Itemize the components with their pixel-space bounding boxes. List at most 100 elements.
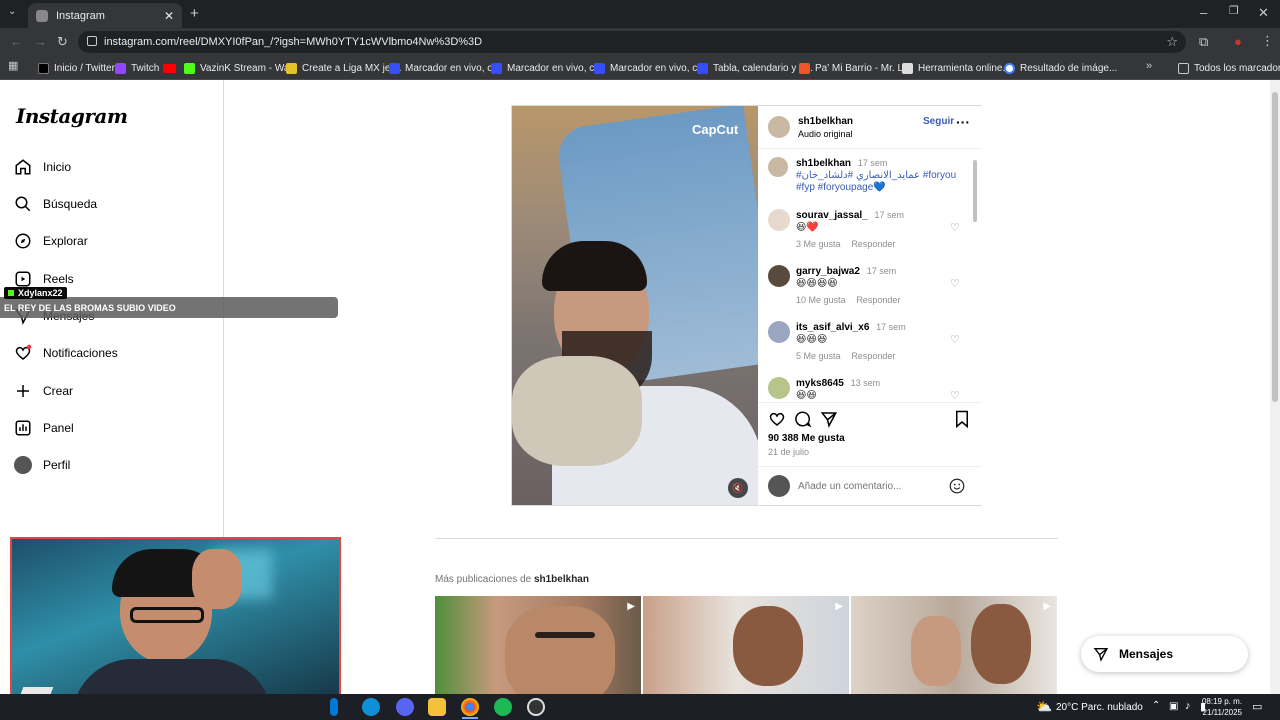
comment-likes[interactable]: 10 Me gusta: [796, 295, 846, 305]
site-info-icon[interactable]: [87, 36, 97, 46]
mute-icon[interactable]: 🔇: [728, 478, 748, 498]
more-bookmarks-icon[interactable]: »: [1146, 61, 1152, 72]
caption-username[interactable]: sh1belkhan: [796, 158, 851, 169]
discord-icon[interactable]: [396, 698, 414, 716]
spotify-icon[interactable]: [494, 698, 512, 716]
new-tab-icon[interactable]: +: [190, 6, 199, 21]
clock[interactable]: 08:19 p. m. 21/11/2025: [1200, 696, 1242, 718]
bookmark-youtube[interactable]: [163, 61, 181, 75]
bookmark-marcador-1[interactable]: Marcador en vivo, c...: [389, 61, 501, 75]
bookmark-twitter[interactable]: Inicio / Twitter: [38, 61, 115, 75]
add-comment-input[interactable]: [798, 478, 938, 494]
messages-button[interactable]: Mensajes: [1081, 636, 1248, 672]
nav-explorar[interactable]: Explorar: [14, 228, 88, 254]
extensions-icon[interactable]: ⧉: [1199, 35, 1208, 48]
like-count[interactable]: 90 388 Me gusta: [768, 433, 845, 444]
post-thumbnail[interactable]: ▶: [643, 596, 849, 696]
tray-network-icon[interactable]: ▣: [1169, 701, 1178, 712]
profile-icon[interactable]: ●: [1234, 35, 1242, 48]
close-icon[interactable]: ✕: [164, 9, 174, 23]
tray-chevron-icon[interactable]: ⌃: [1152, 700, 1160, 711]
caption-hashtags-2[interactable]: #fyp #foryoupage💙: [796, 182, 886, 193]
tab-search-icon[interactable]: ⌄: [8, 7, 16, 17]
comment-username[interactable]: myks8645: [796, 378, 844, 389]
nav-inicio[interactable]: Inicio: [14, 154, 71, 180]
edge-icon[interactable]: [362, 698, 380, 716]
caption-hashtags-1[interactable]: #عمايد_الانصاري #دلشاد_خان #foryou: [796, 170, 956, 181]
back-icon[interactable]: ←: [10, 35, 23, 48]
my-avatar: [768, 475, 790, 497]
file-explorer-icon[interactable]: [428, 698, 446, 716]
comment-likes[interactable]: 3 Me gusta: [796, 239, 841, 249]
notifications-icon[interactable]: ▭: [1252, 700, 1262, 713]
tray-volume-icon[interactable]: ♪: [1185, 700, 1191, 712]
menu-icon[interactable]: ⋮: [1261, 34, 1274, 47]
follow-button[interactable]: Seguir: [923, 116, 954, 127]
clock-date: 21/11/2025: [1202, 708, 1242, 717]
author-username[interactable]: sh1belkhan: [798, 116, 853, 127]
bookmark-google-images[interactable]: Resultado de imáge...: [1004, 61, 1117, 75]
comment-like-icon[interactable]: ♡: [950, 389, 960, 401]
nav-perfil[interactable]: Perfil: [14, 452, 70, 478]
reply-button[interactable]: Responder: [856, 295, 900, 305]
comment-username[interactable]: its_asif_alvi_x6: [796, 322, 869, 333]
comment-likes[interactable]: 5 Me gusta: [796, 351, 841, 361]
reply-button[interactable]: Responder: [851, 351, 895, 361]
tab-instagram[interactable]: Instagram ✕: [28, 3, 182, 28]
forward-icon[interactable]: →: [34, 35, 47, 48]
comments-scrollbar[interactable]: [972, 150, 978, 400]
bookmark-pa-mi-barrio[interactable]: Pa' Mi Barrio - Mr. L...: [799, 61, 911, 75]
bookmark-marcador-3[interactable]: Marcador en vivo, c...: [594, 61, 706, 75]
close-window-icon[interactable]: ✕: [1258, 6, 1269, 19]
star-icon[interactable]: ☆: [1166, 34, 1178, 50]
comment-avatar[interactable]: [768, 321, 790, 343]
restore-icon[interactable]: ❐: [1229, 6, 1239, 17]
minimize-icon[interactable]: –: [1200, 6, 1207, 19]
instagram-logo[interactable]: Instagram: [16, 104, 128, 128]
bookmark-liga-mx[interactable]: Create a Liga MX jer...: [286, 61, 402, 75]
comment-avatar[interactable]: [768, 265, 790, 287]
reel-video[interactable]: CapCut 🔇: [512, 106, 758, 505]
post-thumbnail[interactable]: ▶: [851, 596, 1057, 696]
bookmark-herramienta[interactable]: Herramienta online...: [902, 61, 1011, 75]
reload-icon[interactable]: ↻: [57, 35, 68, 48]
comment-avatar[interactable]: [768, 377, 790, 399]
audio-label[interactable]: Audio original: [798, 129, 853, 139]
weather-icon[interactable]: ⛅: [1036, 699, 1052, 715]
reply-button[interactable]: Responder: [851, 239, 895, 249]
weather-text[interactable]: 20°C Parc. nublado: [1056, 702, 1143, 713]
nav-notificaciones[interactable]: Notificaciones: [14, 340, 118, 366]
comment-icon[interactable]: [794, 410, 812, 428]
apps-icon[interactable]: ▦: [8, 61, 18, 72]
caption-avatar[interactable]: [768, 157, 788, 177]
nav-panel[interactable]: Panel: [14, 415, 74, 441]
address-bar[interactable]: instagram.com/reel/DMXYI0fPan_/?igsh=MWh…: [78, 31, 1186, 53]
more-posts-user[interactable]: sh1belkhan: [534, 574, 589, 585]
like-icon[interactable]: [768, 410, 786, 428]
post-thumbnail[interactable]: ▶: [435, 596, 641, 696]
page-scrollbar[interactable]: [1270, 80, 1280, 694]
share-icon[interactable]: [820, 410, 838, 428]
comment-like-icon[interactable]: ♡: [950, 277, 960, 290]
comment-avatar[interactable]: [768, 209, 790, 231]
save-icon[interactable]: [954, 410, 970, 428]
obs-icon[interactable]: [527, 698, 545, 716]
chrome-icon[interactable]: [461, 698, 479, 716]
all-bookmarks[interactable]: Todos los marcadores: [1178, 61, 1280, 75]
nav-crear[interactable]: Crear: [14, 378, 73, 404]
taskbar-app-icon[interactable]: [330, 698, 338, 716]
tool-icon: [902, 62, 913, 74]
emoji-icon[interactable]: [948, 477, 966, 495]
comment-like-icon[interactable]: ♡: [950, 221, 960, 234]
bookmark-marcador-2[interactable]: Marcador en vivo, c...: [491, 61, 603, 75]
plus-icon: [17, 385, 29, 397]
comment-username[interactable]: sourav_jassal_: [796, 210, 868, 221]
more-options-icon[interactable]: ···: [956, 114, 970, 130]
bookmark-vazink[interactable]: VazinK Stream - Wa...: [184, 61, 298, 75]
bookmark-tabla[interactable]: Tabla, calendario y e...: [697, 61, 813, 75]
comment-like-icon[interactable]: ♡: [950, 333, 960, 346]
bookmark-twitch[interactable]: Twitch: [115, 61, 159, 75]
author-avatar[interactable]: [768, 116, 790, 138]
nav-busqueda[interactable]: Búsqueda: [14, 191, 97, 217]
comment-username[interactable]: garry_bajwa2: [796, 266, 860, 277]
